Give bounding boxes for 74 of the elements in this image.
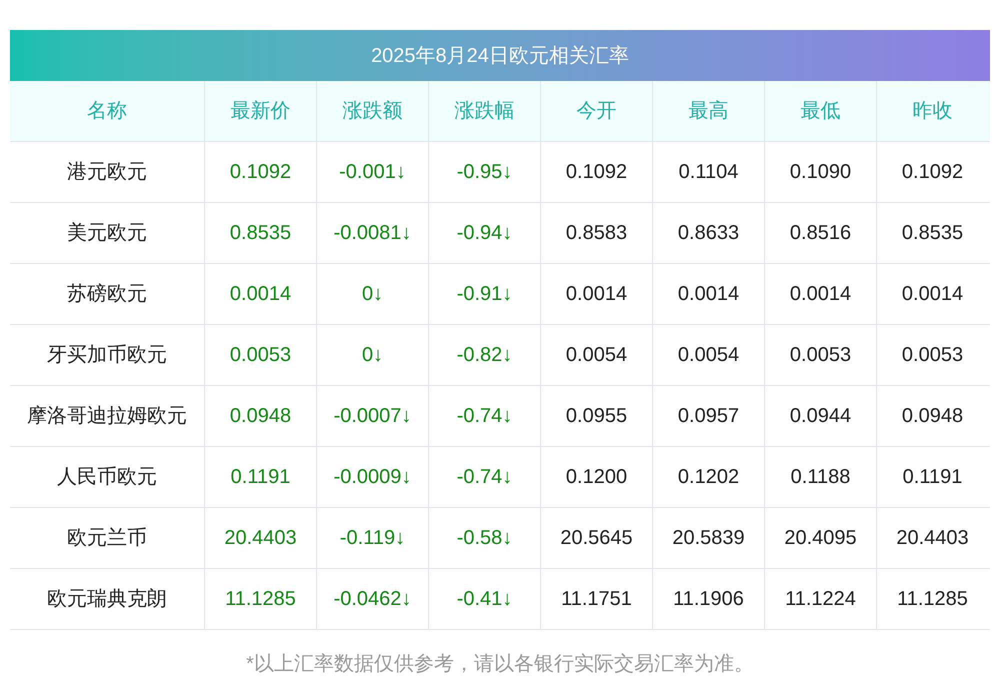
table-cell: -0.74↓ bbox=[429, 447, 541, 507]
table-cell: 0.0957 bbox=[653, 386, 765, 446]
table-cell: 0.0014 bbox=[653, 264, 765, 324]
table-cell: -0.0007↓ bbox=[317, 386, 429, 446]
table-cell: 牙买加币欧元 bbox=[10, 325, 205, 385]
table-cell-text: 11.1285 bbox=[896, 587, 969, 612]
table-cell: 人民币欧元 bbox=[10, 447, 205, 507]
table-cell: 摩洛哥迪拉姆欧元 bbox=[10, 386, 205, 446]
table-cell-text: 0.8535 bbox=[900, 221, 964, 246]
table-cell-text: 0.1092 bbox=[900, 160, 964, 185]
column-header: 最新价 bbox=[205, 81, 317, 141]
table-cell: 20.4095 bbox=[765, 508, 877, 568]
table-cell: 20.4403 bbox=[205, 508, 317, 568]
table-cell-text: 0.1191 bbox=[902, 465, 964, 490]
footnote: *以上汇率数据仅供参考，请以各银行实际交易汇率为准。 bbox=[246, 652, 754, 677]
table-cell-text: 0.0014 bbox=[900, 282, 964, 307]
column-header: 昨收 bbox=[912, 99, 954, 124]
table-cell: -0.0081↓ bbox=[317, 203, 429, 263]
table-cell: 0.1090 bbox=[765, 142, 877, 202]
table-cell: 苏磅欧元 bbox=[10, 264, 205, 324]
table-cell: 0.8516 bbox=[765, 203, 877, 263]
table-cell: 0.0948 bbox=[205, 386, 317, 446]
table-cell: 11.1751 bbox=[541, 569, 653, 629]
table-cell: -0.119↓ bbox=[317, 508, 429, 568]
table-cell: 0.0053 bbox=[205, 325, 317, 385]
table-cell: -0.95↓ bbox=[429, 142, 541, 202]
table-cell: 0.1092 bbox=[205, 142, 317, 202]
table-cell: -0.91↓ bbox=[429, 264, 541, 324]
table-cell-text: 20.4403 bbox=[895, 526, 970, 551]
table-cell: 11.1285 bbox=[205, 569, 317, 629]
table-cell: 0.0014 bbox=[541, 264, 653, 324]
column-header: 涨跌额 bbox=[317, 81, 429, 141]
table-cell: 港元欧元 bbox=[10, 142, 205, 202]
table-cell: -0.001↓ bbox=[317, 142, 429, 202]
table-cell: -0.74↓ bbox=[429, 386, 541, 446]
table-cell: 0.8583 bbox=[541, 203, 653, 263]
table-cell: 欧元兰币 bbox=[10, 508, 205, 568]
table-cell: 0.8633 bbox=[653, 203, 765, 263]
column-header: 今开 bbox=[541, 81, 653, 141]
table-cell: 0↓ bbox=[317, 264, 429, 324]
table-cell: 0.1104 bbox=[653, 142, 765, 202]
table-cell: -0.94↓ bbox=[429, 203, 541, 263]
table-cell: 11.1224 bbox=[765, 569, 877, 629]
table-cell: -0.0462↓ bbox=[317, 569, 429, 629]
table-cell: 0.8535 bbox=[205, 203, 317, 263]
table-cell: 20.5645 bbox=[541, 508, 653, 568]
table-cell: 0.1191 bbox=[205, 447, 317, 507]
table-cell: -0.0009↓ bbox=[317, 447, 429, 507]
table-cell: -0.58↓ bbox=[429, 508, 541, 568]
table-cell: -0.82↓ bbox=[429, 325, 541, 385]
column-header: 最低 bbox=[765, 81, 877, 141]
table-cell: 20.5839 bbox=[653, 508, 765, 568]
table-cell-text: 0.0948 bbox=[900, 404, 964, 429]
table-cell: 0.0014 bbox=[205, 264, 317, 324]
table-cell-text: 0.0053 bbox=[900, 343, 964, 368]
table-cell: 0.0054 bbox=[653, 325, 765, 385]
table-cell: 0.1092 bbox=[541, 142, 653, 202]
column-header: 名称 bbox=[10, 81, 205, 141]
column-header: 最高 bbox=[653, 81, 765, 141]
table-cell: 0.0014 bbox=[765, 264, 877, 324]
table-cell: 美元欧元 bbox=[10, 203, 205, 263]
table-cell: 11.1906 bbox=[653, 569, 765, 629]
table-cell: 0.0053 bbox=[765, 325, 877, 385]
column-header: 涨跌幅 bbox=[429, 81, 541, 141]
table-cell: 0.0054 bbox=[541, 325, 653, 385]
table-cell: 0.0955 bbox=[541, 386, 653, 446]
table-cell: 0↓ bbox=[317, 325, 429, 385]
table-cell: 0.1200 bbox=[541, 447, 653, 507]
table-title: 2025年8月24日欧元相关汇率 bbox=[10, 30, 990, 81]
table-cell: 欧元瑞典克朗 bbox=[10, 569, 205, 629]
table-cell: 0.1202 bbox=[653, 447, 765, 507]
table-cell: 0.1188 bbox=[765, 447, 877, 507]
table-cell: 0.0944 bbox=[765, 386, 877, 446]
table-cell: -0.41↓ bbox=[429, 569, 541, 629]
